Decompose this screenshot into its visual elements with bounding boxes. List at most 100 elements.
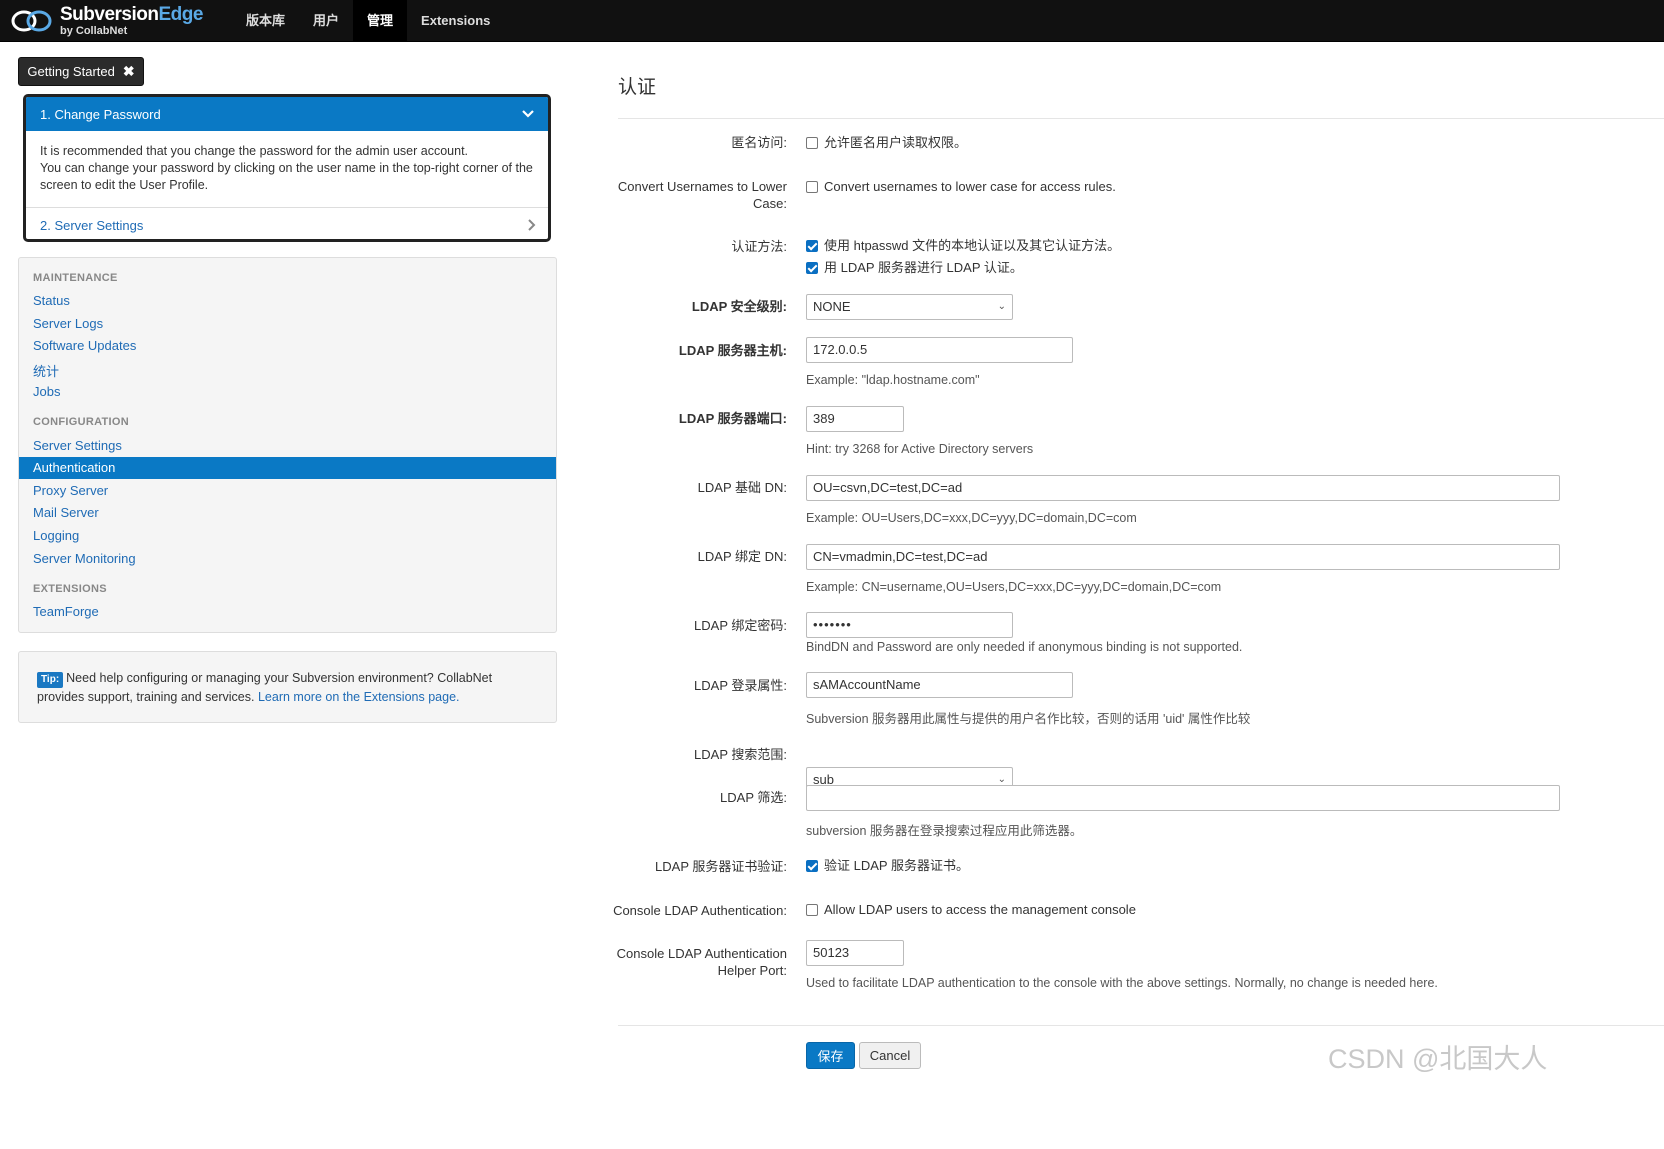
lowercase-label-line: Convert Usernames to Lower — [617, 179, 787, 194]
helper-port-hint: Used to facilitate LDAP authentication t… — [806, 976, 1438, 990]
ldap-cert-option: 验证 LDAP 服务器证书。 — [806, 857, 969, 875]
anonymous-access-label: 匿名访问: — [731, 135, 787, 150]
step-description-line: screen to edit the User Profile. — [40, 178, 209, 192]
chevron-right-icon — [528, 219, 536, 231]
sidebar-item-mail-server[interactable]: Mail Server — [33, 505, 99, 520]
ldap-login-attr-input[interactable]: sAMAccountName — [806, 672, 1073, 698]
tip-badge: Tip: — [37, 672, 64, 688]
sidebar-item-logging[interactable]: Logging — [33, 528, 79, 543]
ldap-login-attr-hint: Subversion 服务器用此属性与提供的用户名作比较，否则的话用 'uid'… — [806, 712, 1251, 726]
ldap-bind-password-input[interactable]: ••••••• — [806, 612, 1013, 638]
sidebar-item-teamforge[interactable]: TeamForge — [33, 604, 99, 619]
step-server-settings-label: 2. Server Settings — [40, 217, 144, 233]
divider — [618, 1025, 1664, 1026]
tip-box: Tip: Need help configuring or managing yo… — [18, 651, 557, 723]
ldap-login-attr-label: LDAP 登录属性: — [694, 678, 787, 693]
nav-repositories[interactable]: 版本库 — [232, 0, 299, 41]
sidebar-item-proxy-server[interactable]: Proxy Server — [33, 483, 108, 498]
chevron-down-icon: ⌄ — [997, 301, 1006, 312]
ldap-base-dn-input[interactable]: OU=csvn,DC=test,DC=ad — [806, 475, 1560, 501]
ldap-scope-label: LDAP 搜索范围: — [694, 747, 787, 762]
sidebar-item-server-logs[interactable]: Server Logs — [33, 316, 103, 331]
auth-ldap-option: 用 LDAP 服务器进行 LDAP 认证。 — [806, 259, 1023, 277]
lowercase-option: Convert usernames to lower case for acce… — [806, 178, 1116, 196]
ldap-security-label: LDAP 安全级别: — [691, 299, 787, 314]
sidebar-heading-configuration: CONFIGURATION — [33, 416, 129, 428]
step-server-settings[interactable]: 2. Server Settings — [26, 207, 548, 239]
ldap-host-input[interactable]: 172.0.0.5 — [806, 337, 1073, 363]
cancel-button[interactable]: Cancel — [859, 1042, 921, 1069]
console-ldap-label: Console LDAP Authentication: — [613, 903, 787, 918]
helper-port-input[interactable]: 50123 — [806, 940, 904, 966]
ldap-cert-label: LDAP 服务器证书验证: — [655, 859, 787, 874]
auth-htpasswd-text: 使用 htpasswd 文件的本地认证以及其它认证方法。 — [824, 238, 1121, 253]
sidebar-item-authentication[interactable]: Authentication — [19, 457, 556, 479]
top-navbar: SubversionEdge by CollabNet 版本库 用户 管理 Ex… — [0, 0, 1664, 42]
collabnet-logo-icon — [11, 10, 52, 32]
sidebar-item-statistics[interactable]: 统计 — [33, 361, 59, 380]
getting-started-panel: 1. Change Password It is recommended tha… — [23, 94, 551, 242]
anonymous-access-option: 允许匿名用户读取权限。 — [806, 134, 967, 152]
auth-method-label: 认证方法: — [731, 239, 787, 254]
anonymous-access-checkbox[interactable] — [806, 137, 818, 149]
sidebar-item-jobs[interactable]: Jobs — [33, 384, 60, 399]
auth-htpasswd-checkbox[interactable] — [806, 240, 818, 252]
helper-port-label-line: Console LDAP Authentication — [616, 946, 787, 961]
ldap-bind-dn-label: LDAP 绑定 DN: — [697, 549, 787, 564]
ldap-host-label: LDAP 服务器主机: — [678, 343, 787, 358]
sidebar-heading-extensions: EXTENSIONS — [33, 583, 107, 595]
step-change-password[interactable]: 1. Change Password — [26, 97, 548, 131]
ldap-port-label: LDAP 服务器端口: — [678, 411, 787, 426]
ldap-cert-text: 验证 LDAP 服务器证书。 — [824, 858, 969, 873]
sidebar-heading-maintenance: MAINTENANCE — [33, 272, 118, 284]
page-title: 认证 — [618, 77, 657, 98]
getting-started-label: Getting Started — [27, 64, 115, 79]
watermark: CSDN @北国大人 — [1328, 1044, 1548, 1074]
ldap-cert-checkbox[interactable] — [806, 860, 818, 872]
ldap-port-input[interactable]: 389 — [806, 406, 904, 432]
ldap-base-dn-hint: Example: OU=Users,DC=xxx,DC=yyy,DC=domai… — [806, 511, 1137, 525]
auth-htpasswd-option: 使用 htpasswd 文件的本地认证以及其它认证方法。 — [806, 237, 1120, 255]
console-ldap-checkbox[interactable] — [806, 904, 818, 916]
ldap-filter-input[interactable] — [806, 785, 1560, 811]
ldap-filter-label: LDAP 筛选: — [720, 790, 787, 805]
console-ldap-option: Allow LDAP users to access the managemen… — [806, 901, 1136, 919]
ldap-bind-password-label: LDAP 绑定密码: — [694, 618, 787, 633]
chevron-down-icon — [522, 110, 534, 118]
sidebar-item-status[interactable]: Status — [33, 293, 70, 308]
ldap-security-value: NONE — [813, 299, 851, 314]
ldap-host-hint: Example: "ldap.hostname.com" — [806, 373, 980, 387]
lowercase-checkbox[interactable] — [806, 181, 818, 193]
brand-name: SubversionEdge — [60, 4, 203, 25]
step-change-password-label: 1. Change Password — [40, 106, 161, 122]
brand-sub: by CollabNet — [60, 25, 128, 37]
step-description-line: It is recommended that you change the pa… — [40, 144, 469, 158]
save-button[interactable]: 保存 — [806, 1042, 855, 1069]
step-description: It is recommended that you change the pa… — [26, 131, 548, 207]
ldap-port-hint: Hint: try 3268 for Active Directory serv… — [806, 442, 1034, 456]
step-description-line: You can change your password by clicking… — [40, 161, 533, 175]
brand-logo[interactable]: SubversionEdge by CollabNet — [10, 3, 203, 39]
divider — [618, 118, 1664, 119]
extensions-page-link[interactable]: Learn more on the Extensions page. — [258, 690, 460, 704]
nav-extensions[interactable]: Extensions — [407, 0, 504, 41]
nav-admin[interactable]: 管理 — [353, 0, 408, 41]
ldap-security-select[interactable]: NONE ⌄ — [806, 294, 1013, 320]
close-icon[interactable]: ✖ — [123, 63, 135, 80]
sidebar-item-server-monitoring[interactable]: Server Monitoring — [33, 551, 136, 566]
ldap-filter-hint: subversion 服务器在登录搜索过程应用此筛选器。 — [806, 824, 1083, 838]
nav-users[interactable]: 用户 — [299, 0, 353, 41]
ldap-bind-dn-input[interactable]: CN=vmadmin,DC=test,DC=ad — [806, 544, 1560, 570]
lowercase-label-line: Case: — [753, 196, 787, 211]
lowercase-text: Convert usernames to lower case for acce… — [824, 179, 1116, 194]
getting-started-button[interactable]: Getting Started ✖ — [18, 57, 144, 86]
auth-ldap-text: 用 LDAP 服务器进行 LDAP 认证。 — [824, 260, 1023, 275]
helper-port-label-line: Helper Port: — [717, 963, 787, 978]
admin-sidebar: MAINTENANCE Status Server Logs Software … — [18, 257, 557, 633]
sidebar-item-software-updates[interactable]: Software Updates — [33, 338, 136, 353]
console-ldap-text: Allow LDAP users to access the managemen… — [824, 902, 1136, 917]
auth-ldap-checkbox[interactable] — [806, 262, 818, 274]
ldap-bind-dn-hint: Example: CN=username,OU=Users,DC=xxx,DC=… — [806, 580, 1222, 594]
sidebar-item-server-settings[interactable]: Server Settings — [33, 438, 122, 453]
lowercase-label: Convert Usernames to Lower Case: — [618, 178, 787, 212]
